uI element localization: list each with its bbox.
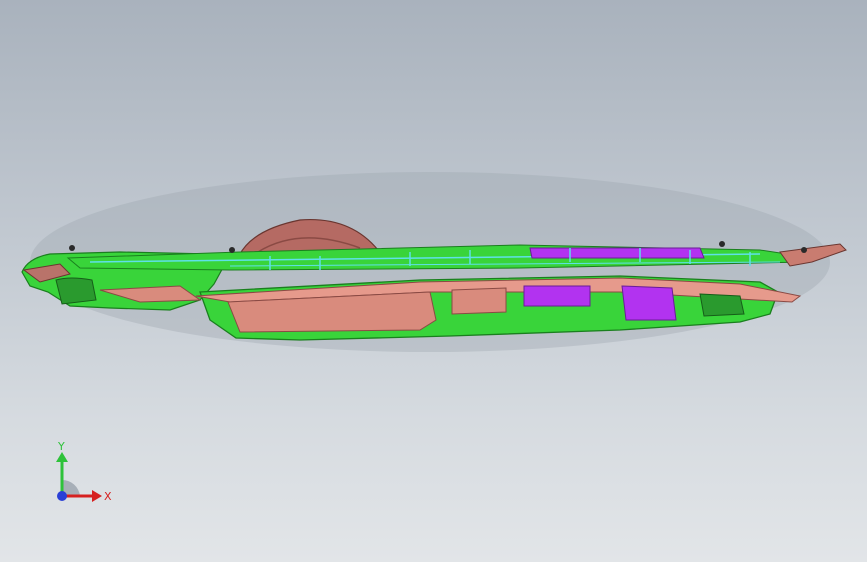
- x-axis-head: [92, 490, 102, 502]
- rear-foot-pad: [55, 277, 97, 305]
- z-axis-dot: [57, 491, 67, 501]
- electronics-module-a: [523, 285, 591, 307]
- coordinate-triad: Y X: [56, 440, 112, 503]
- front-green-block: [699, 293, 745, 317]
- controller-block: [451, 287, 507, 315]
- y-axis-label: Y: [57, 440, 65, 453]
- electronics-module-b: [621, 285, 677, 321]
- x-axis-label: X: [104, 490, 112, 503]
- bolt: [229, 247, 235, 253]
- bolt: [69, 245, 75, 251]
- bolt: [719, 241, 725, 247]
- graphics-viewport[interactable]: Y X: [0, 0, 867, 562]
- bolt: [801, 247, 807, 253]
- cad-model-section-view[interactable]: [0, 0, 867, 562]
- top-violet-board: [529, 247, 705, 259]
- y-axis-head: [56, 452, 68, 462]
